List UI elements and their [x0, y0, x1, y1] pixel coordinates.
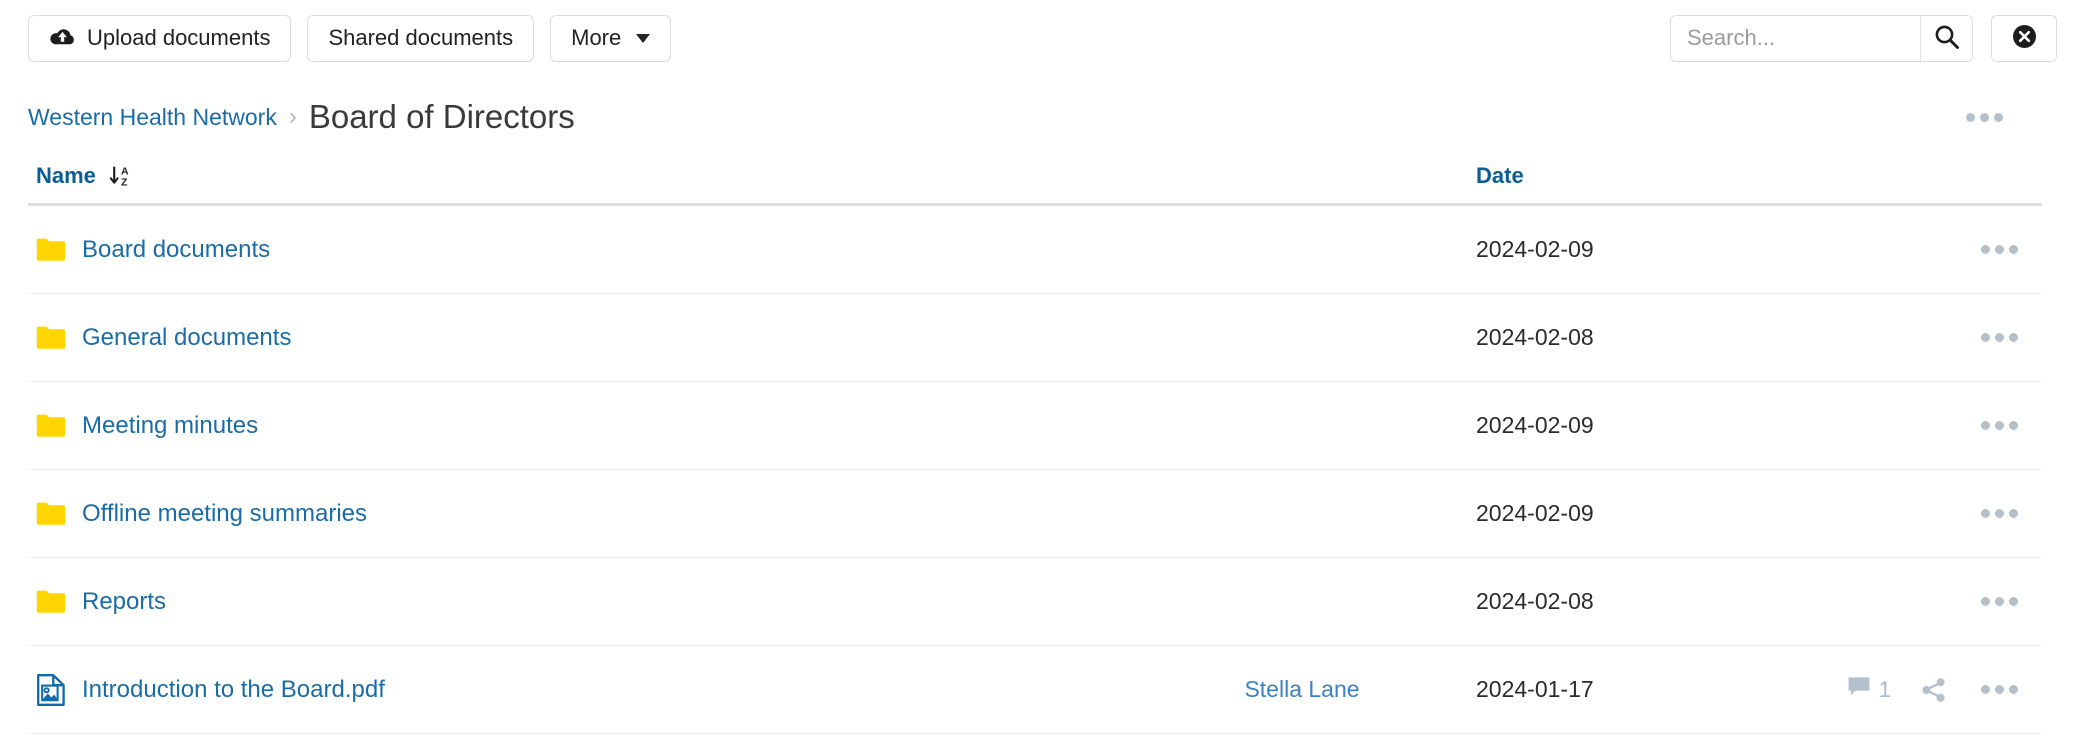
date-label: 2024-02-08 [1476, 324, 1594, 350]
cell-actions [1758, 587, 2042, 616]
cell-name: Offline meeting summaries [28, 500, 1156, 528]
item-name-label: Meeting minutes [82, 411, 259, 439]
upload-documents-label: Upload documents [87, 25, 271, 50]
cell-name: General documents [28, 324, 1156, 352]
folder-icon [36, 325, 66, 350]
close-circle-icon [2011, 23, 2038, 53]
cell-name: Reports [28, 588, 1156, 616]
cell-actions [1758, 499, 2042, 528]
column-header-date[interactable]: Date [1448, 163, 1758, 189]
upload-documents-button[interactable]: Upload documents [28, 14, 292, 62]
caret-down-icon [636, 33, 651, 43]
date-label: 2024-02-09 [1476, 500, 1594, 526]
item-name-label: Board documents [82, 235, 271, 263]
folder-link[interactable]: Board documents [36, 236, 270, 264]
comment-count-button[interactable]: 1 [1847, 675, 1891, 704]
item-name-label: Introduction to the Board.pdf [82, 675, 385, 703]
cell-actions: 1 [1758, 675, 2042, 704]
cell-actions [1758, 235, 2042, 264]
column-header-actions [1758, 175, 2042, 176]
item-name-label: Reports [82, 587, 167, 615]
column-header-name-label[interactable]: Name [36, 163, 96, 189]
folder-icon [36, 589, 66, 614]
sort-alpha-asc-icon[interactable]: A Z [108, 163, 134, 189]
table-header-row: Name A Z Date [28, 148, 2042, 206]
table-body: Board documents 2024-02-09 General documen… [28, 206, 2042, 734]
item-name-label: Offline meeting summaries [82, 499, 367, 527]
column-header-name[interactable]: Name A Z [28, 163, 1156, 189]
folder-link[interactable]: General documents [36, 324, 291, 352]
table-row[interactable]: Introduction to the Board.pdf Stella Lane… [28, 646, 2042, 734]
search-submit-button[interactable] [1920, 15, 1972, 61]
table-row[interactable]: Offline meeting summaries 2024-02-09 [28, 470, 2042, 558]
date-label: 2024-02-08 [1476, 588, 1594, 614]
row-actions-menu-icon[interactable] [1977, 499, 2022, 528]
breadcrumb-separator-icon: › [288, 103, 297, 130]
cell-date: 2024-02-09 [1448, 412, 1758, 439]
column-header-date-label[interactable]: Date [1476, 163, 1524, 189]
header-actions-spacer [2021, 175, 2022, 176]
top-toolbar: Upload documents Shared documents More [0, 0, 2085, 76]
toolbar-search-group [1670, 14, 2057, 62]
table-row[interactable]: Board documents 2024-02-09 [28, 206, 2042, 294]
comment-icon [1847, 675, 1871, 704]
page-title: Board of Directors [308, 98, 575, 135]
toolbar-actions-group: Upload documents Shared documents More [28, 14, 672, 62]
item-name-label: General documents [82, 323, 292, 351]
cell-name: Introduction to the Board.pdf [28, 673, 1156, 707]
cell-actions [1758, 323, 2042, 352]
row-actions-menu-icon[interactable] [1977, 587, 2022, 616]
table-row[interactable]: Reports 2024-02-08 [28, 558, 2042, 646]
date-label: 2024-01-17 [1476, 676, 1594, 702]
magnifier-icon [1934, 24, 1960, 53]
date-label: 2024-02-09 [1476, 412, 1594, 438]
shared-documents-label: Shared documents [328, 25, 514, 50]
clear-search-button[interactable] [1991, 14, 2057, 62]
folder-link[interactable]: Offline meeting summaries [36, 500, 367, 528]
shared-documents-button[interactable]: Shared documents [307, 14, 535, 62]
cell-date: 2024-02-09 [1448, 236, 1758, 263]
comment-count-label: 1 [1878, 676, 1891, 702]
row-actions-menu-icon[interactable] [1977, 411, 2022, 440]
cell-name: Board documents [28, 236, 1156, 264]
folder-link[interactable]: Meeting minutes [36, 412, 258, 440]
cell-owner: Stella Lane [1156, 676, 1448, 703]
share-icon[interactable] [1921, 677, 1947, 703]
date-label: 2024-02-09 [1476, 236, 1594, 262]
folder-link[interactable]: Reports [36, 588, 166, 616]
table-row[interactable]: General documents 2024-02-08 [28, 294, 2042, 382]
row-actions-menu-icon[interactable] [1977, 235, 2022, 264]
file-image-icon [36, 673, 66, 707]
cell-date: 2024-01-17 [1448, 676, 1758, 703]
breadcrumb-actions-menu[interactable] [1956, 95, 2013, 140]
ellipsis-icon[interactable] [1962, 103, 2007, 132]
cell-name: Meeting minutes [28, 412, 1156, 440]
cell-date: 2024-02-09 [1448, 500, 1758, 527]
row-actions-menu-icon[interactable] [1977, 323, 2022, 352]
more-menu-button[interactable]: More [550, 14, 672, 62]
file-list-table: Name A Z Date Board documents 2024-02-09 G… [28, 148, 2042, 734]
folder-icon [36, 237, 66, 262]
search-input[interactable] [1671, 15, 1920, 61]
breadcrumb-root-link[interactable]: Western Health Network [28, 104, 277, 131]
search-bar [1670, 14, 1973, 62]
folder-icon [36, 413, 66, 438]
cell-date: 2024-02-08 [1448, 324, 1758, 351]
row-actions-menu-icon[interactable] [1977, 675, 2022, 704]
more-menu-label: More [571, 25, 622, 50]
table-row[interactable]: Meeting minutes 2024-02-09 [28, 382, 2042, 470]
svg-text:Z: Z [121, 176, 128, 188]
owner-link[interactable]: Stella Lane [1244, 676, 1359, 703]
folder-icon [36, 501, 66, 526]
cloud-upload-icon [49, 27, 76, 49]
cell-actions [1758, 411, 2042, 440]
cell-date: 2024-02-08 [1448, 588, 1758, 615]
breadcrumb: Western Health Network › Board of Direct… [0, 86, 2085, 148]
file-link[interactable]: Introduction to the Board.pdf [36, 673, 385, 707]
